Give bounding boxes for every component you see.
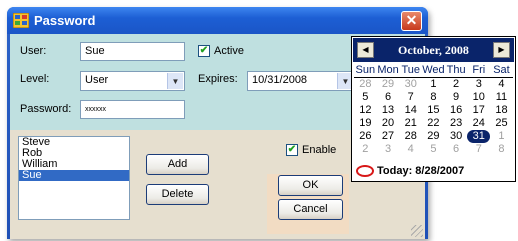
calendar-day[interactable]: 19 (354, 117, 377, 130)
calendar-day[interactable]: 18 (490, 104, 513, 117)
add-button[interactable]: Add (146, 154, 209, 175)
calendar-day[interactable]: 22 (422, 117, 445, 130)
app-grid-icon (13, 13, 29, 28)
calendar-day[interactable]: 30 (445, 130, 468, 143)
window-title: Password (34, 13, 96, 28)
password-label: Password: (20, 103, 72, 115)
calendar-day[interactable]: 28 (354, 78, 377, 91)
cancel-button[interactable]: Cancel (278, 199, 343, 220)
calendar-day[interactable]: 24 (467, 117, 490, 130)
weekday-label: Fri (472, 64, 486, 76)
calendar-day[interactable]: 29 (377, 78, 400, 91)
today-label: Today: 8/28/2007 (377, 165, 465, 177)
expires-label: Expires: (198, 73, 238, 85)
calendar-day[interactable]: 29 (422, 130, 445, 143)
calendar-day[interactable]: 27 (377, 130, 400, 143)
chevron-left-icon: ◀ (362, 45, 369, 54)
expires-date-picker[interactable]: 10/31/2008 ▼ (247, 71, 355, 91)
level-value: User (85, 74, 109, 86)
calendar-day[interactable]: 10 (467, 91, 490, 104)
calendar-day[interactable]: 5 (422, 143, 445, 156)
calendar-day[interactable]: 8 (490, 143, 513, 156)
weekday-label: Sat (493, 64, 510, 76)
calendar-day[interactable]: 12 (354, 104, 377, 117)
weekday-label: Mon (377, 64, 399, 76)
weekday-label: Tue (401, 64, 420, 76)
calendar-day[interactable]: 3 (467, 78, 490, 91)
today-circle-icon (356, 165, 374, 178)
calendar-month-title[interactable]: October, 2008 (375, 43, 492, 58)
weekday-label: Sun (355, 64, 376, 76)
user-input[interactable]: Sue (80, 42, 185, 61)
calendar-day[interactable]: 30 (399, 78, 422, 91)
calendar-day[interactable]: 1 (490, 130, 513, 143)
close-icon: ✕ (405, 12, 418, 28)
weekday-label: Wed (422, 64, 445, 76)
calendar-day[interactable]: 20 (377, 117, 400, 130)
users-listbox[interactable]: Steve Rob William Sue (18, 136, 130, 220)
ok-button[interactable]: OK (278, 175, 343, 196)
calendar-day[interactable]: 3 (377, 143, 400, 156)
calendar-day[interactable]: 26 (354, 130, 377, 143)
prev-month-button[interactable]: ◀ (357, 42, 374, 58)
calendar-day[interactable]: 31 (467, 130, 491, 143)
active-checkbox[interactable]: ✔ (198, 45, 210, 57)
weekday-header-row: Sun Mon Tue Wed Thu Fri Sat (354, 64, 513, 78)
calendar-day[interactable]: 14 (399, 104, 422, 117)
calendar-day[interactable]: 11 (490, 91, 513, 104)
delete-button[interactable]: Delete (146, 184, 209, 205)
calendar-day[interactable]: 6 (377, 91, 400, 104)
calendar-day[interactable]: 25 (490, 117, 513, 130)
weekday-label: Thu (446, 64, 466, 76)
list-item-selected[interactable]: Sue (19, 170, 129, 181)
chevron-right-icon: ▶ (498, 45, 505, 54)
calendar-day[interactable]: 23 (445, 117, 468, 130)
close-button[interactable]: ✕ (401, 11, 422, 31)
calendar-day[interactable]: 17 (467, 104, 490, 117)
calendar-day[interactable]: 2 (354, 143, 377, 156)
active-label: Active (214, 45, 244, 57)
calendar-day[interactable]: 8 (422, 91, 445, 104)
level-label: Level: (20, 73, 50, 85)
title-bar[interactable]: Password ✕ (7, 7, 428, 34)
calendar-day[interactable]: 1 (422, 78, 445, 91)
calendar-day[interactable]: 15 (422, 104, 445, 117)
password-input[interactable]: xxxxxx (80, 100, 185, 119)
next-month-button[interactable]: ▶ (493, 42, 510, 58)
calendar-day[interactable]: 4 (399, 143, 422, 156)
calendar-day[interactable]: 6 (445, 143, 468, 156)
level-select[interactable]: User ▼ (80, 71, 185, 91)
calendar-day[interactable]: 4 (490, 78, 513, 91)
calendar-header: ◀ October, 2008 ▶ (353, 38, 514, 62)
enable-checkbox[interactable]: ✔ (286, 144, 298, 156)
calendar-day[interactable]: 16 (445, 104, 468, 117)
calendar-day[interactable]: 13 (377, 104, 400, 117)
calendar-day[interactable]: 7 (467, 143, 490, 156)
calendar-dropdown[interactable]: ◀ October, 2008 ▶ Sun Mon Tue Wed Thu Fri Sat … (351, 36, 516, 182)
calendar-day[interactable]: 7 (399, 91, 422, 104)
resize-grip-icon[interactable] (411, 225, 423, 237)
user-label: User: (20, 45, 47, 57)
calendar-day[interactable]: 5 (354, 91, 377, 104)
expires-value: 10/31/2008 (252, 74, 308, 86)
calendar-day[interactable]: 21 (399, 117, 422, 130)
chevron-down-icon[interactable]: ▼ (167, 73, 183, 89)
calendar-day[interactable]: 28 (399, 130, 422, 143)
enable-label: Enable (302, 144, 337, 156)
calendar-day[interactable]: 9 (445, 91, 468, 104)
today-link[interactable]: Today: 8/28/2007 (356, 165, 465, 178)
calendar-day-grid: 28 29 30 1 2 3 4 5 6 7 8 9 10 11 12 13 14 15 16 17 18 19 20 21 2… (354, 78, 513, 156)
calendar-day[interactable]: 2 (445, 78, 468, 91)
